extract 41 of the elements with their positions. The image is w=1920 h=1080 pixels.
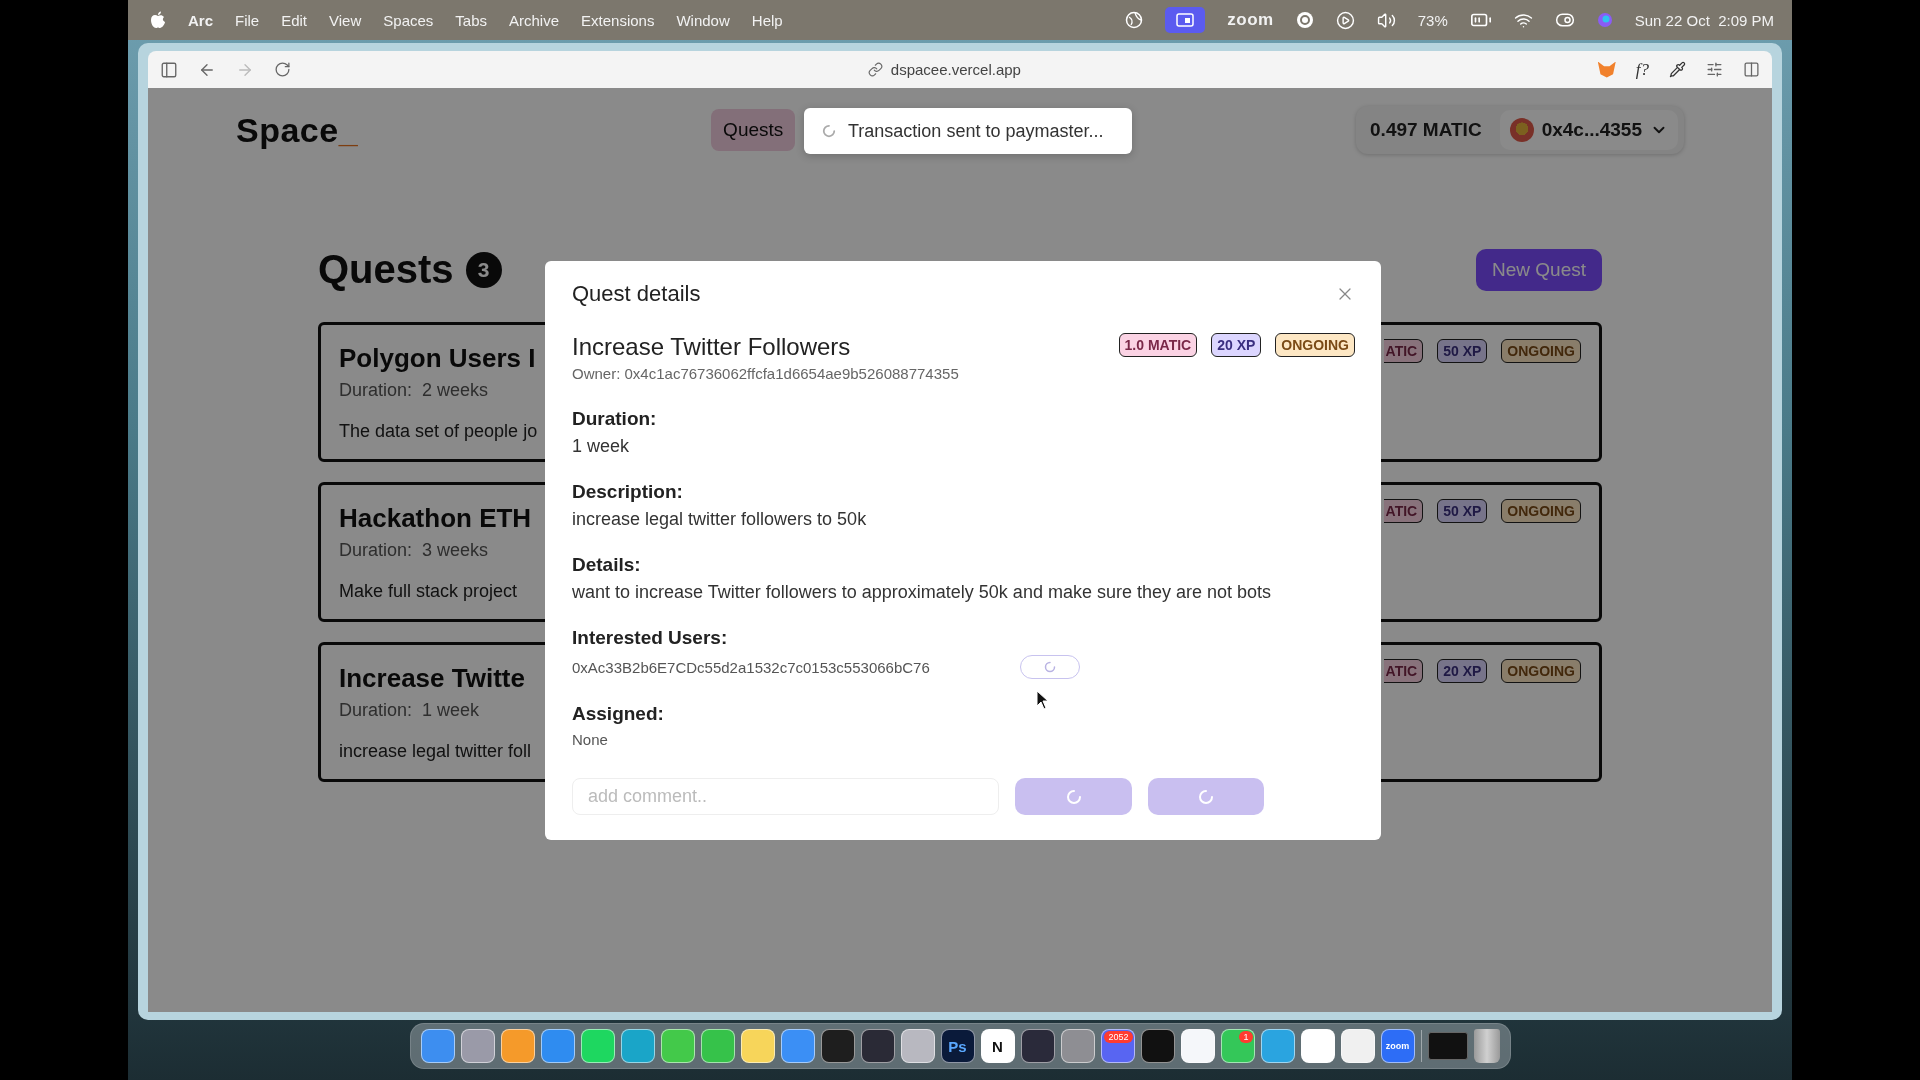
status-badge: ONGOING [1501,499,1581,523]
status-badge: ONGOING [1501,339,1581,363]
notification-badge: 1 [1239,1031,1253,1043]
quest-summary: The data set of people jo [339,421,539,442]
field-label: Description: [572,481,684,503]
field-value: 1 week [572,436,631,457]
field-label: Interested Users: [572,627,729,649]
xp-badge: 20 XP [1437,659,1488,683]
quest-title: Polygon Users I [339,343,537,374]
quest-summary: increase legal twitter foll [339,741,533,762]
count-badge: 3 [465,251,502,288]
field-value: want to increase Twitter followers to approximately 50k and make sure they are not bots [572,582,1273,603]
user-address: 0xAc33B2b6E7CDc55d2a1532c7c0153c553066bC76 [572,658,930,676]
balance-text: 0.497 MATIC [1370,119,1482,141]
quest-title: Increase Twitte [339,663,526,694]
field-label: Details: [572,554,642,576]
xp-badge: 50 XP [1437,499,1488,523]
reward-badge: 1.0 MATIC [1118,333,1198,357]
quest-title: Hackathon ETH [339,503,533,534]
status-badge: ONGOING [1275,333,1355,357]
reward-badge: ATIC [1383,499,1424,523]
status-badge: ONGOING [1501,659,1581,683]
xp-badge: 20 XP [1211,333,1262,357]
xp-badge: 50 XP [1437,339,1488,363]
owner-text: Owner: 0x4c1ac76736062ffcfa1d6654ae9b526088774355 [572,365,959,382]
page-title: Quests [318,247,454,292]
field-value: increase legal twitter followers to 50k [572,509,868,530]
quest-duration: Duration: 1 week [339,700,481,721]
notification-badge: 2052 [1104,1031,1133,1043]
quest-duration: Duration: 2 weeks [339,380,490,401]
field-label: Duration: [572,408,658,430]
field-label: Assigned: [572,703,665,725]
toast-message: Transaction sent to paymaster... [848,120,1104,142]
reward-badge: ATIC [1383,339,1424,363]
quest-duration: Duration: 3 weeks [339,540,490,561]
field-value: None [572,731,609,748]
dialog-title: Quest details [572,281,701,307]
reward-badge: ATIC [1383,659,1424,683]
quest-summary: Make full stack project [339,581,519,602]
quest-title: Increase Twitter Followers [572,333,852,361]
battery-percent: 73% [1417,11,1448,29]
